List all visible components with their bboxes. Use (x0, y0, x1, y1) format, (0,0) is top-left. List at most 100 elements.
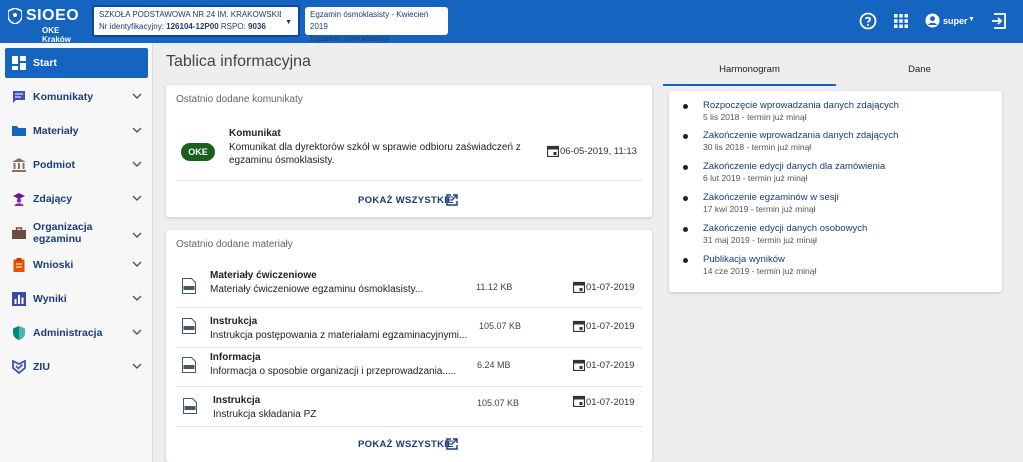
school-id-value: 126104-12P00 (166, 22, 219, 31)
dashboard-icon (12, 56, 26, 70)
bullet (683, 258, 688, 263)
divider (176, 426, 642, 427)
sidebar-item-label: Podmiot (33, 159, 75, 171)
page-title: Tablica informacyjna (166, 53, 311, 70)
school-selector[interactable]: SZKOŁA PODSTAWOWA NR 24 IM. KRAKOWSKIEJ … (92, 5, 300, 37)
schedule-date: 30 lis 2018 - termin już minął (703, 142, 812, 152)
sidebar-item-label: Organizacja egzaminu (33, 221, 93, 245)
sidebar-item-label: Materiały (33, 125, 79, 137)
sidebar-item-start[interactable]: Start (5, 48, 148, 78)
schedule-date: 5 lis 2018 - termin już minął (703, 112, 807, 122)
calendar-icon (547, 145, 559, 157)
sidebar-item-organizacja-egzaminu[interactable]: Organizacja egzaminu (5, 218, 148, 252)
schedule-title: Zakończenie wprowadzania danych zdającyc… (703, 130, 899, 141)
app-name: SIOEO (26, 7, 80, 24)
chevron-down-icon (132, 161, 142, 167)
sidebar: Start Komunikaty Materiały Podmiot Zdają… (0, 43, 153, 462)
bullet (683, 196, 688, 201)
bullet (683, 104, 688, 109)
school-ids: Nr identyfikacyjny: 126104-12P00 RSPO: 9… (99, 21, 293, 33)
schedule-title: Zakończenie egzaminów w sesji (703, 192, 839, 203)
school-dropdown-caret-icon: ▼ (285, 19, 292, 26)
schedule-title: Zakończenie edycji danych osobowych (703, 223, 868, 234)
sidebar-item-label: Wyniki (33, 293, 67, 305)
app-logo[interactable]: SIOEO OKE Kraków (8, 6, 88, 44)
message-title[interactable]: Komunikat (229, 128, 281, 139)
chevron-down-icon (132, 261, 142, 267)
account-icon (925, 13, 940, 28)
sidebar-item-podmiot[interactable]: Podmiot (5, 150, 148, 180)
pdf-file-icon (182, 318, 196, 334)
sidebar-item-label: Start (33, 57, 57, 69)
school-rspo-label: RSPO: (220, 22, 246, 31)
bullet (683, 165, 688, 170)
material-size: 105.07 KB (477, 398, 520, 408)
material-size: 6.24 MB (477, 360, 511, 370)
material-size: 105.07 KB (479, 321, 522, 331)
materials-card: Ostatnio dodane materiały Materiały ćwic… (166, 230, 652, 462)
apps-grid-icon[interactable] (892, 12, 910, 30)
exam-selector[interactable]: Egzamin ósmoklasisty - Kwiecień 2019 Egz… (305, 7, 448, 43)
external-link-icon[interactable] (446, 438, 458, 450)
sidebar-item-zdajacy[interactable]: Zdający (5, 184, 148, 214)
shield-icon (13, 326, 25, 340)
sidebar-item-label: ZIU (33, 361, 50, 373)
show-all-materials-link[interactable]: POKAŻ WSZYSTKIE (358, 439, 454, 450)
material-date: 01-07-2019 (586, 282, 635, 293)
sidebar-item-materialy[interactable]: Materiały (5, 116, 148, 146)
briefcase-icon (12, 227, 26, 239)
message-body[interactable]: Komunikat dla dyrektorów szkół w sprawie… (229, 141, 534, 167)
material-date: 01-07-2019 (586, 397, 635, 408)
school-rspo-value: 9036 (248, 22, 266, 31)
material-date: 01-07-2019 (586, 321, 635, 332)
material-description: Materiały ćwiczeniowe egzaminu ósmoklasi… (210, 284, 424, 295)
messages-card: Ostatnio dodane komunikaty OKE Komunikat… (166, 85, 652, 217)
material-size: 11.12 KB (476, 282, 513, 292)
sidebar-item-ziu[interactable]: ZIU (5, 352, 148, 382)
institution-icon (12, 158, 26, 172)
clipboard-icon (13, 258, 25, 272)
right-tabs: Harmonogram Dane (663, 58, 1003, 86)
sidebar-item-komunikaty[interactable]: Komunikaty (5, 82, 148, 112)
bullet (683, 134, 688, 139)
school-name: SZKOŁA PODSTAWOWA NR 24 IM. KRAKOWSKIEJ … (99, 10, 281, 19)
schedule-date: 31 maj 2019 - termin już minął (703, 235, 817, 245)
pdf-file-icon (183, 398, 197, 414)
chevron-down-icon (132, 329, 142, 335)
divider (176, 386, 642, 387)
material-date: 01-07-2019 (586, 360, 635, 371)
sidebar-item-wnioski[interactable]: Wnioski (5, 250, 148, 280)
external-link-icon[interactable] (446, 194, 458, 206)
oke-badge: OKE (181, 143, 215, 161)
exam-session: Egzamin ósmoklasisty - Kwiecień 2019 (310, 10, 429, 31)
material-description: Informacja o sposobie organizacji i prze… (210, 366, 457, 377)
show-all-messages-link[interactable]: POKAŻ WSZYSTKIE (358, 195, 454, 206)
pdf-file-icon (182, 357, 196, 373)
bullet (683, 227, 688, 232)
material-description: Instrukcja postępowania z materiałami eg… (210, 330, 468, 341)
person-icon (13, 193, 25, 206)
tab-harmonogram[interactable]: Harmonogram (663, 58, 836, 86)
card-title: Ostatnio dodane komunikaty (176, 94, 303, 105)
user-menu-caret-icon: ▼ (968, 16, 975, 23)
message-date: 06-05-2019, 11:13 (560, 146, 637, 157)
chevron-down-icon (132, 295, 142, 301)
top-bar: SIOEO OKE Kraków SZKOŁA PODSTAWOWA NR 24… (0, 0, 1023, 44)
material-title: Informacja (210, 352, 261, 363)
tab-dane[interactable]: Dane (836, 58, 1003, 86)
sidebar-item-wyniki[interactable]: Wyniki (5, 284, 148, 314)
schedule-title: Zakończenie edycji danych dla zamówienia (703, 161, 886, 172)
folder-icon (12, 126, 26, 136)
chevron-down-icon (132, 363, 142, 369)
calendar-icon (573, 281, 585, 293)
schedule-title: Publikacja wyników (703, 254, 785, 265)
logout-icon[interactable] (990, 12, 1008, 30)
user-name: super (943, 16, 968, 26)
material-title: Materiały ćwiczeniowe (210, 270, 317, 281)
sidebar-item-administracja[interactable]: Administracja (5, 318, 148, 348)
help-icon[interactable] (859, 12, 877, 30)
chart-icon (12, 292, 26, 306)
app-subtitle: OKE Kraków (42, 26, 71, 44)
sidebar-item-label: Zdający (33, 193, 73, 205)
sidebar-item-label: Administracja (33, 327, 103, 339)
